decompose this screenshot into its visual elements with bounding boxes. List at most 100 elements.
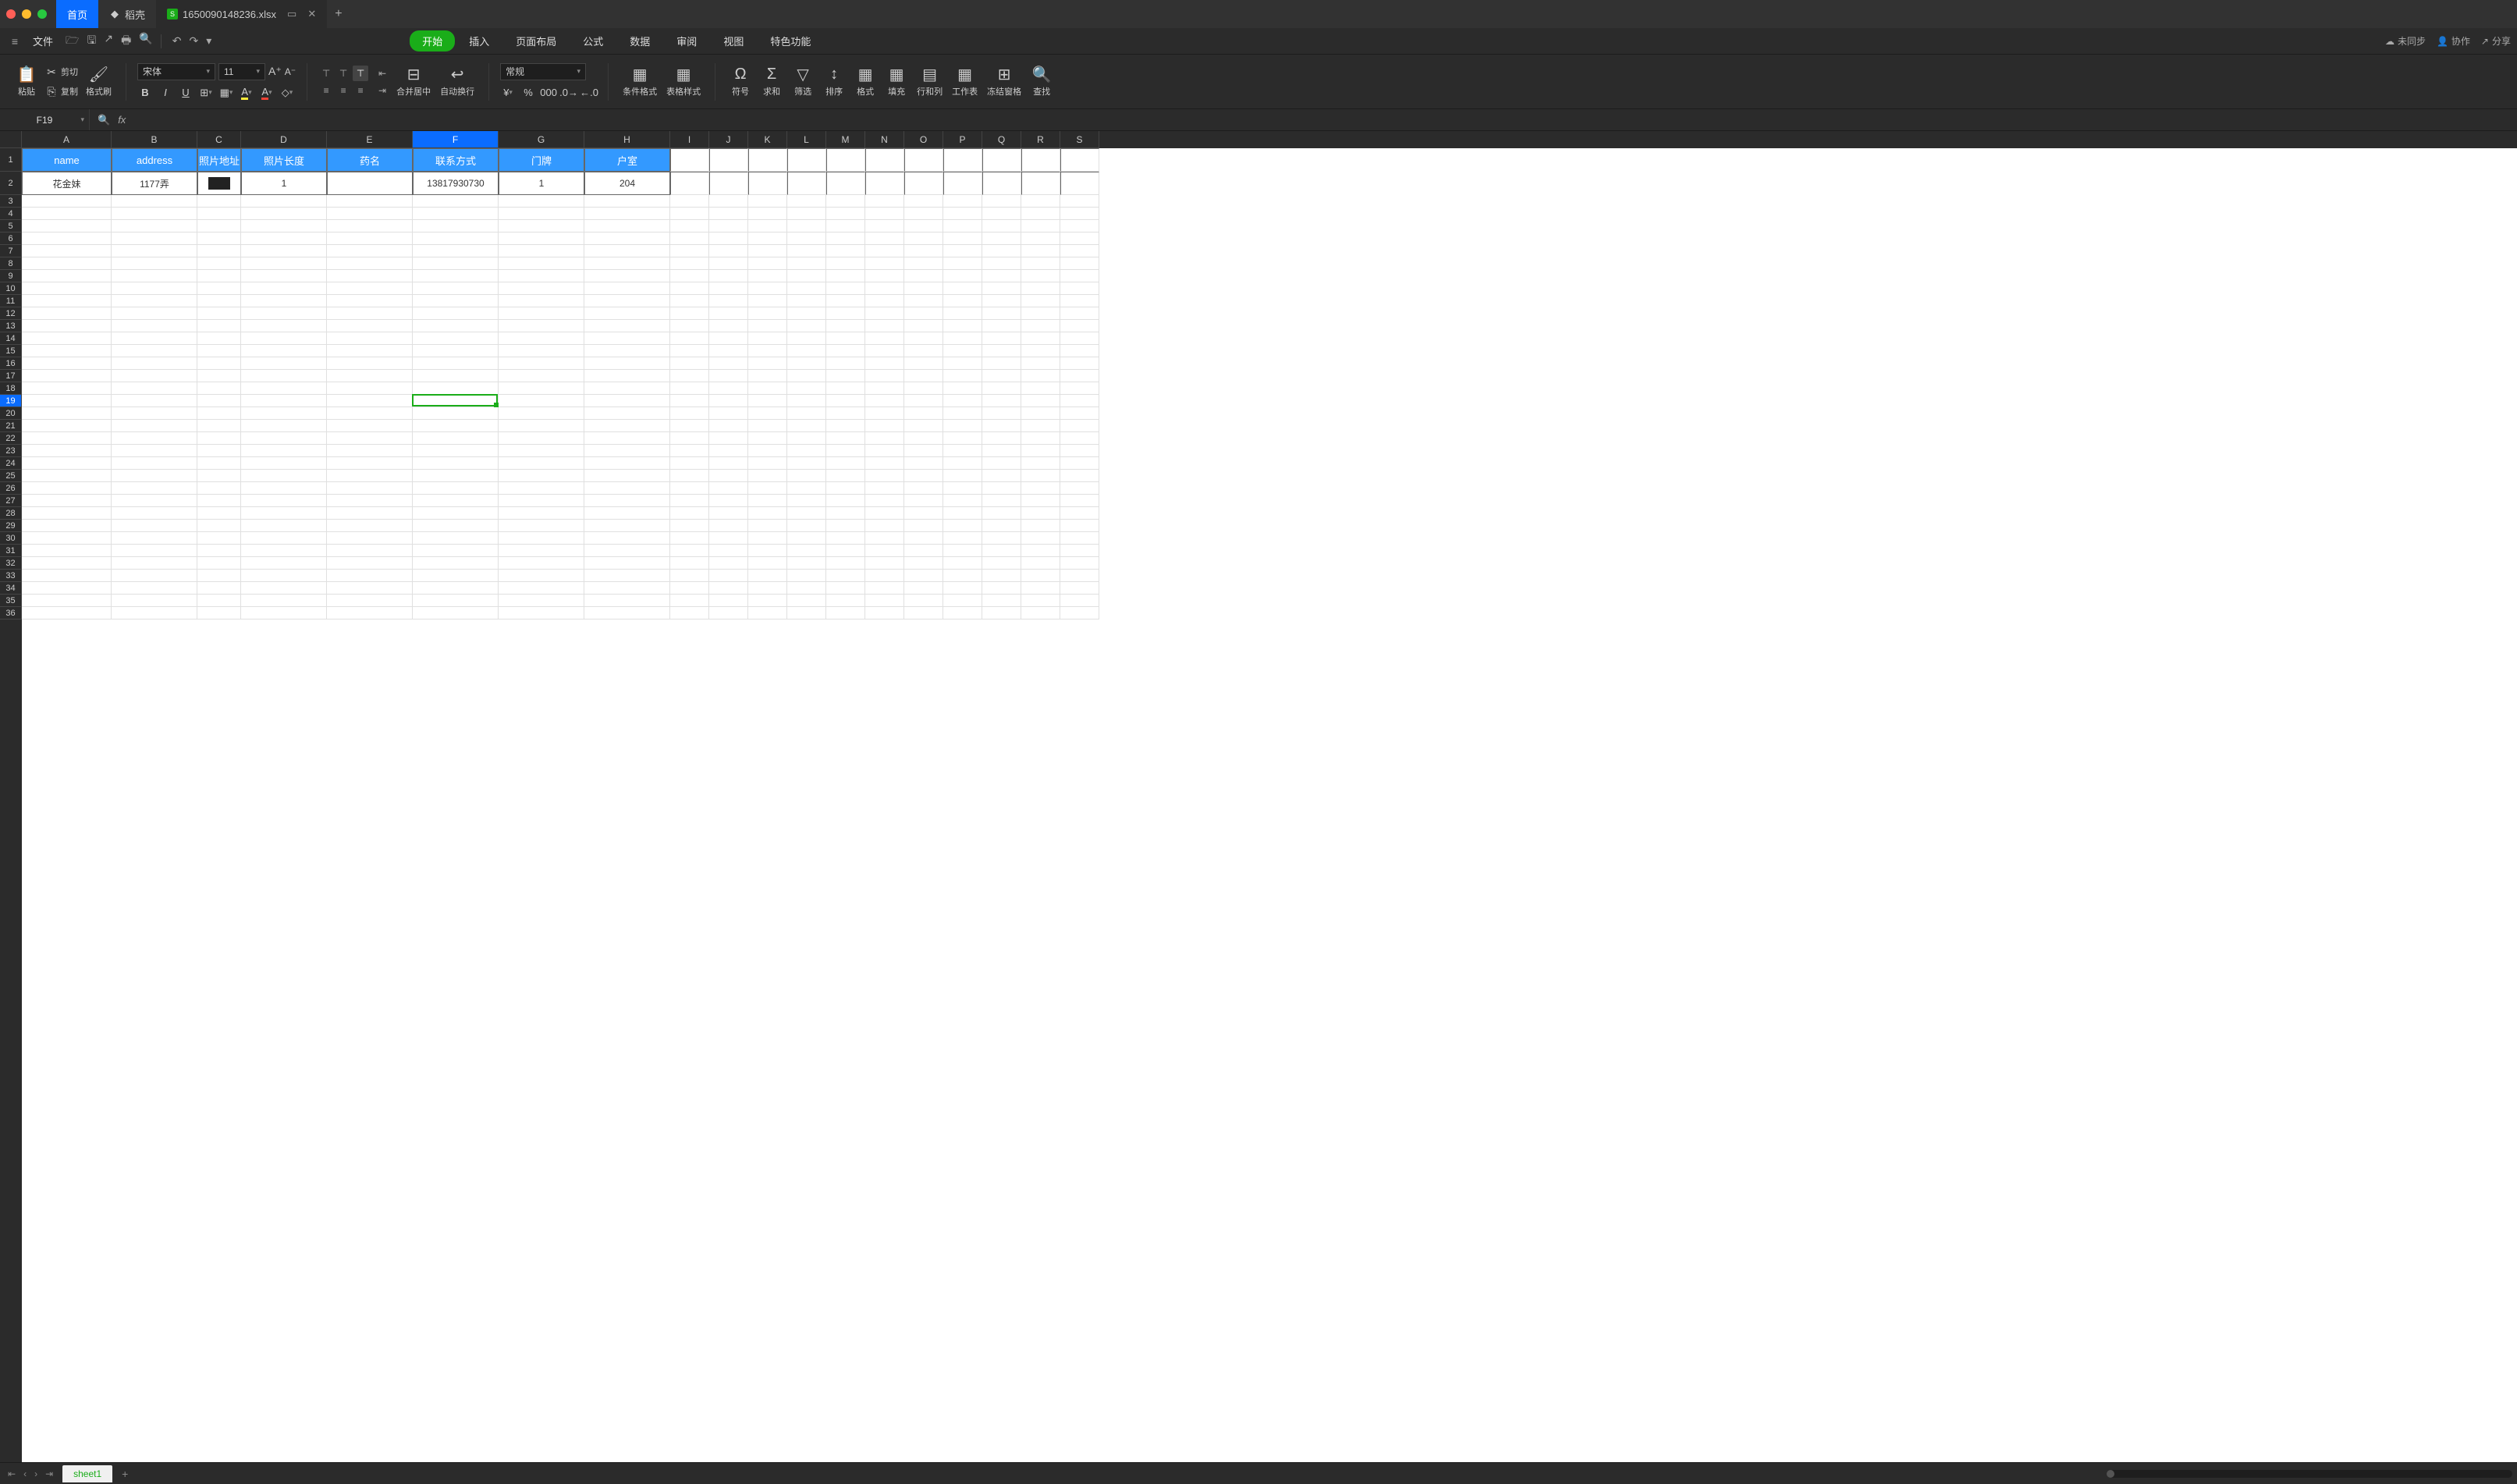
cell-L9[interactable] xyxy=(787,270,826,282)
cell-I20[interactable] xyxy=(670,407,709,420)
cell-P9[interactable] xyxy=(943,270,982,282)
cell-N4[interactable] xyxy=(865,208,904,220)
cell-A27[interactable] xyxy=(22,495,112,507)
cell-S10[interactable] xyxy=(1060,282,1099,295)
cell-H16[interactable] xyxy=(584,357,670,370)
cell-K11[interactable] xyxy=(748,295,787,307)
cell-S8[interactable] xyxy=(1060,257,1099,270)
col-header-R[interactable]: R xyxy=(1021,131,1060,148)
col-header-Q[interactable]: Q xyxy=(982,131,1021,148)
cell-A21[interactable] xyxy=(22,420,112,432)
cell-F10[interactable] xyxy=(413,282,499,295)
cell-D7[interactable] xyxy=(241,245,327,257)
cell-G16[interactable] xyxy=(499,357,584,370)
cell-E20[interactable] xyxy=(327,407,413,420)
paste-button[interactable]: 📋粘贴 xyxy=(12,65,41,99)
cell-A12[interactable] xyxy=(22,307,112,320)
cell-N25[interactable] xyxy=(865,470,904,482)
cell-G5[interactable] xyxy=(499,220,584,233)
cell-G27[interactable] xyxy=(499,495,584,507)
cell-P3[interactable] xyxy=(943,195,982,208)
cell-O20[interactable] xyxy=(904,407,943,420)
row-header-19[interactable]: 19 xyxy=(0,395,22,407)
cell-Q29[interactable] xyxy=(982,520,1021,532)
row-header-27[interactable]: 27 xyxy=(0,495,22,507)
cell-N19[interactable] xyxy=(865,395,904,407)
cell-A17[interactable] xyxy=(22,370,112,382)
scrollbar-thumb[interactable] xyxy=(2107,1470,2114,1478)
cell-C12[interactable] xyxy=(197,307,241,320)
cell-P30[interactable] xyxy=(943,532,982,545)
cell-K4[interactable] xyxy=(748,208,787,220)
cell-G15[interactable] xyxy=(499,345,584,357)
currency-button[interactable]: ¥▾ xyxy=(500,85,516,101)
cell-D21[interactable] xyxy=(241,420,327,432)
cell-S22[interactable] xyxy=(1060,432,1099,445)
cell-Q15[interactable] xyxy=(982,345,1021,357)
cell-E25[interactable] xyxy=(327,470,413,482)
cell-D10[interactable] xyxy=(241,282,327,295)
cell-N7[interactable] xyxy=(865,245,904,257)
thousands-button[interactable]: 000 xyxy=(541,85,556,101)
cell-E17[interactable] xyxy=(327,370,413,382)
cell-C4[interactable] xyxy=(197,208,241,220)
cell-N13[interactable] xyxy=(865,320,904,332)
cell-N12[interactable] xyxy=(865,307,904,320)
cell-R17[interactable] xyxy=(1021,370,1060,382)
cell-R10[interactable] xyxy=(1021,282,1060,295)
cell-B4[interactable] xyxy=(112,208,197,220)
cell-A22[interactable] xyxy=(22,432,112,445)
cell-D13[interactable] xyxy=(241,320,327,332)
cell-M33[interactable] xyxy=(826,570,865,582)
cell-B23[interactable] xyxy=(112,445,197,457)
cell-L20[interactable] xyxy=(787,407,826,420)
row-header-24[interactable]: 24 xyxy=(0,457,22,470)
cell-I10[interactable] xyxy=(670,282,709,295)
cell-J17[interactable] xyxy=(709,370,748,382)
cell-G25[interactable] xyxy=(499,470,584,482)
cell-C6[interactable] xyxy=(197,233,241,245)
cell-I19[interactable] xyxy=(670,395,709,407)
cell-Q3[interactable] xyxy=(982,195,1021,208)
cell-Q6[interactable] xyxy=(982,233,1021,245)
cell-A26[interactable] xyxy=(22,482,112,495)
cell-G13[interactable] xyxy=(499,320,584,332)
row-header-26[interactable]: 26 xyxy=(0,482,22,495)
hamburger-icon[interactable]: ≡ xyxy=(6,35,23,48)
cell-Q7[interactable] xyxy=(982,245,1021,257)
cell-I26[interactable] xyxy=(670,482,709,495)
cell-A9[interactable] xyxy=(22,270,112,282)
cell-R15[interactable] xyxy=(1021,345,1060,357)
cell-G4[interactable] xyxy=(499,208,584,220)
cell-I15[interactable] xyxy=(670,345,709,357)
cell-Q18[interactable] xyxy=(982,382,1021,395)
row-header-22[interactable]: 22 xyxy=(0,432,22,445)
row-header-14[interactable]: 14 xyxy=(0,332,22,345)
print-icon[interactable]: 🖶 xyxy=(121,32,131,51)
cell-N3[interactable] xyxy=(865,195,904,208)
cell-E29[interactable] xyxy=(327,520,413,532)
cell-O29[interactable] xyxy=(904,520,943,532)
cell-D35[interactable] xyxy=(241,595,327,607)
sheet-last-icon[interactable]: ⇥ xyxy=(42,1468,56,1479)
ribbon-tab-data[interactable]: 数据 xyxy=(617,30,662,51)
sheet-add-button[interactable]: + xyxy=(114,1468,136,1480)
cell-P33[interactable] xyxy=(943,570,982,582)
cell-B22[interactable] xyxy=(112,432,197,445)
row-header-10[interactable]: 10 xyxy=(0,282,22,295)
sheet-next-icon[interactable]: › xyxy=(31,1468,41,1479)
cell-F22[interactable] xyxy=(413,432,499,445)
cell-E36[interactable] xyxy=(327,607,413,620)
minimize-window-icon[interactable] xyxy=(22,9,31,19)
cell-O17[interactable] xyxy=(904,370,943,382)
select-all-corner[interactable] xyxy=(0,131,22,148)
cell-K2[interactable] xyxy=(748,172,787,195)
cell-G26[interactable] xyxy=(499,482,584,495)
row-header-17[interactable]: 17 xyxy=(0,370,22,382)
cell-H26[interactable] xyxy=(584,482,670,495)
cell-C3[interactable] xyxy=(197,195,241,208)
col-header-L[interactable]: L xyxy=(787,131,826,148)
cell-K19[interactable] xyxy=(748,395,787,407)
row-header-34[interactable]: 34 xyxy=(0,582,22,595)
cell-M3[interactable] xyxy=(826,195,865,208)
